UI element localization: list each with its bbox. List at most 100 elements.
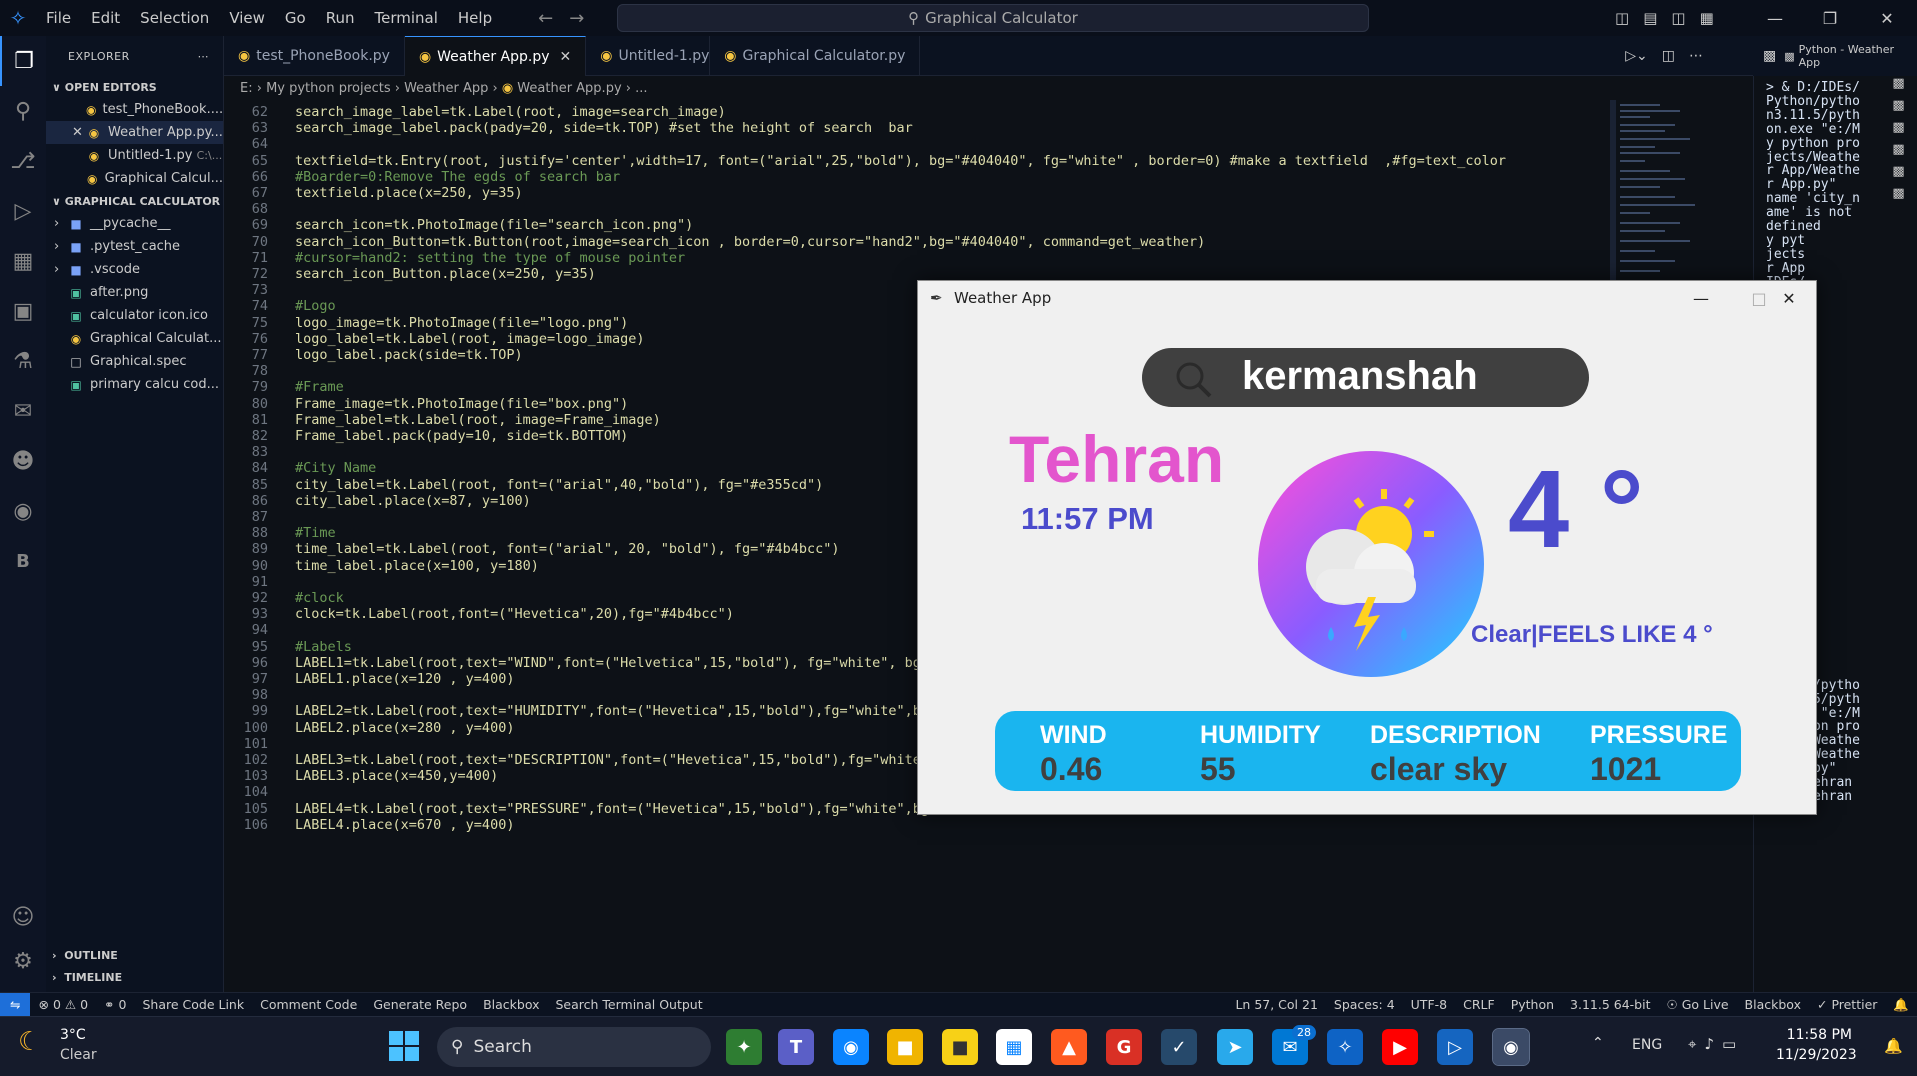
input-language[interactable]: ENG [1632, 1037, 1662, 1053]
code-line[interactable]: clock=tk.Label(root,font=("Hevetica",20)… [295, 606, 734, 622]
notifications-bell-icon[interactable]: 🔔 [1885, 997, 1917, 1013]
file-item[interactable]: ▣ primary calcu cod... [46, 373, 223, 396]
code-line[interactable]: search_icon=tk.PhotoImage(file="search_i… [295, 217, 693, 233]
close-editor-icon[interactable]: ✕ [72, 125, 86, 140]
code-line[interactable]: search_icon_Button.place(x=250, y=35) [295, 266, 596, 282]
weather-temp[interactable]: 3°C [60, 1027, 86, 1043]
menu-view[interactable]: View [219, 0, 275, 36]
python-taskbar-icon[interactable]: ◉ [1492, 1028, 1530, 1066]
code-line[interactable]: LABEL2=tk.Label(root,text="HUMIDITY",fon… [295, 703, 1018, 719]
code-line[interactable]: #Frame [295, 379, 344, 395]
code-line[interactable]: #Time [295, 525, 336, 541]
telegram-icon[interactable]: ➤ [1217, 1029, 1253, 1065]
explorer-icon[interactable]: ❐ [0, 36, 46, 86]
menu-run[interactable]: Run [316, 0, 365, 36]
city-search-input[interactable]: kermanshah [1242, 354, 1478, 399]
folder-item[interactable]: › ■ .pytest_cache [46, 235, 223, 258]
close-tab-icon[interactable]: ✕ [560, 49, 572, 65]
menu-terminal[interactable]: Terminal [365, 0, 448, 36]
split-editor-icon[interactable]: ◫ [1662, 48, 1675, 64]
open-editor-item[interactable]: ◉ Graphical Calcul... [46, 167, 223, 190]
file-item[interactable]: □ Graphical.spec [46, 350, 223, 373]
weather-condition[interactable]: Clear [60, 1047, 97, 1063]
code-line[interactable]: logo_label.pack(side=tk.TOP) [295, 347, 523, 363]
menu-file[interactable]: File [36, 0, 81, 36]
gmail-icon[interactable]: G [1106, 1029, 1142, 1065]
open-editor-item[interactable]: ◉ test_PhoneBook.... [46, 98, 223, 121]
code-line[interactable]: search_image_label.pack(pady=20, side=tk… [295, 120, 913, 136]
cursor-position[interactable]: Ln 57, Col 21 [1227, 997, 1325, 1012]
menu-edit[interactable]: Edit [81, 0, 130, 36]
code-line[interactable]: #Logo [295, 298, 336, 314]
minimize-icon[interactable]: — [1750, 0, 1800, 36]
media-player-icon[interactable]: ▷ [1437, 1029, 1473, 1065]
remote-explorer-icon[interactable]: ▣ [0, 286, 46, 336]
microsoft-store-icon[interactable]: ▦ [996, 1029, 1032, 1065]
customize-layout-icon[interactable]: ▦ [1700, 9, 1714, 27]
problems-indicator[interactable]: ⊗ 0 ⚠ 0 [30, 997, 96, 1012]
chat-icon[interactable]: ✉ [0, 386, 46, 436]
terminal-instance-icon[interactable]: ▩ [1880, 76, 1917, 98]
clock-date[interactable]: 11/29/2023 [1776, 1047, 1857, 1063]
terminal-instance-icon[interactable]: ▩ [1880, 120, 1917, 142]
youtube-icon[interactable]: ▶ [1382, 1029, 1418, 1065]
run-file-icon[interactable]: ▷⌄ [1625, 48, 1648, 64]
blackbox-status[interactable]: Blackbox [475, 997, 547, 1012]
search-terminal-output[interactable]: Search Terminal Output [547, 997, 710, 1012]
language-mode[interactable]: Python [1503, 997, 1562, 1012]
search-icon[interactable]: ⚲ [0, 86, 46, 136]
restore-icon[interactable]: ❐ [1805, 0, 1855, 36]
timeline-section[interactable]: › TIMELINE [46, 966, 122, 988]
code-line[interactable]: search_image_label=tk.Label(root, image=… [295, 104, 726, 120]
go-live[interactable]: ☉ Go Live [1659, 997, 1737, 1012]
code-line[interactable]: #Labels [295, 639, 352, 655]
taskbar-search[interactable]: ⚲ Search [437, 1027, 711, 1067]
indentation[interactable]: Spaces: 4 [1326, 997, 1403, 1012]
testing-icon[interactable]: ⚗ [0, 336, 46, 386]
terminal-instance-icon[interactable]: ▩ [1880, 142, 1917, 164]
code-line[interactable]: city_label=tk.Label(root, font=("arial",… [295, 477, 823, 493]
tab-graphical-calculator[interactable]: ◉ Graphical Calculator.py [710, 36, 921, 76]
windows-start-icon[interactable] [389, 1031, 419, 1061]
terminal-instance-icon[interactable]: ▩ [1880, 98, 1917, 120]
blackbox-icon[interactable]: B [0, 536, 46, 586]
terminal-instance-icon[interactable]: ▩ [1880, 186, 1917, 208]
code-line[interactable]: Frame_image=tk.PhotoImage(file="box.png"… [295, 396, 628, 412]
toggle-sidebar-icon[interactable]: ◫ [1615, 9, 1629, 27]
code-line[interactable]: time_label=tk.Label(root, font=("arial",… [295, 541, 840, 557]
open-editors-section[interactable]: ∨ OPEN EDITORS [46, 76, 223, 98]
code-line[interactable]: search_icon_Button=tk.Button(root,image=… [295, 234, 1205, 250]
code-line[interactable]: LABEL4.place(x=670 , y=400) [295, 817, 514, 833]
file-explorer-icon[interactable]: ■ [887, 1029, 923, 1065]
project-section[interactable]: ∨ GRAPHICAL CALCULATOR [46, 190, 223, 212]
code-line[interactable]: LABEL1.place(x=120 , y=400) [295, 671, 514, 687]
menu-selection[interactable]: Selection [130, 0, 219, 36]
vpn-icon[interactable]: ✓ [1161, 1029, 1197, 1065]
code-line[interactable]: #City Name [295, 460, 376, 476]
city-search-bar[interactable]: kermanshah [1142, 348, 1589, 407]
file-item[interactable]: ◉ Graphical Calculat... [46, 327, 223, 350]
comment-code[interactable]: Comment Code [252, 997, 365, 1012]
outline-section[interactable]: › OUTLINE [46, 944, 118, 966]
system-tray[interactable]: ⌖ ♪ ▭ [1688, 1035, 1736, 1053]
folder-item[interactable]: › ■ __pycache__ [46, 212, 223, 235]
toggle-panel-icon[interactable]: ▤ [1643, 9, 1657, 27]
teams-icon[interactable]: T [778, 1029, 814, 1065]
code-line[interactable]: #Boarder=0:Remove The egds of search bar [295, 169, 620, 185]
code-line[interactable]: #clock [295, 590, 344, 606]
more-actions-icon[interactable]: ⋯ [198, 50, 210, 63]
camera-app-icon[interactable]: ◉ [833, 1029, 869, 1065]
breadcrumb-folder[interactable]: Weather App [404, 81, 488, 96]
terminal-title[interactable]: Python - Weather App [1799, 43, 1917, 69]
code-line[interactable]: Frame_label.pack(pady=10, side=tk.BOTTOM… [295, 428, 628, 444]
code-line[interactable]: LABEL2.place(x=280 , y=400) [295, 720, 514, 736]
notifications-bell-icon[interactable]: 🔔 [1884, 1037, 1903, 1055]
open-editor-item[interactable]: ✕ ◉ Weather App.py... [46, 121, 223, 144]
close-icon[interactable]: ✕ [1760, 281, 1818, 315]
file-item[interactable]: ▣ after.png [46, 281, 223, 304]
more-actions-icon[interactable]: ⋯ [1689, 48, 1703, 64]
back-arrow-icon[interactable]: ← [538, 8, 553, 29]
breadcrumb-drive[interactable]: E: [240, 81, 253, 96]
code-line[interactable]: textfield=tk.Entry(root, justify='center… [295, 153, 1506, 169]
prettier[interactable]: ✓ Prettier [1809, 997, 1885, 1012]
